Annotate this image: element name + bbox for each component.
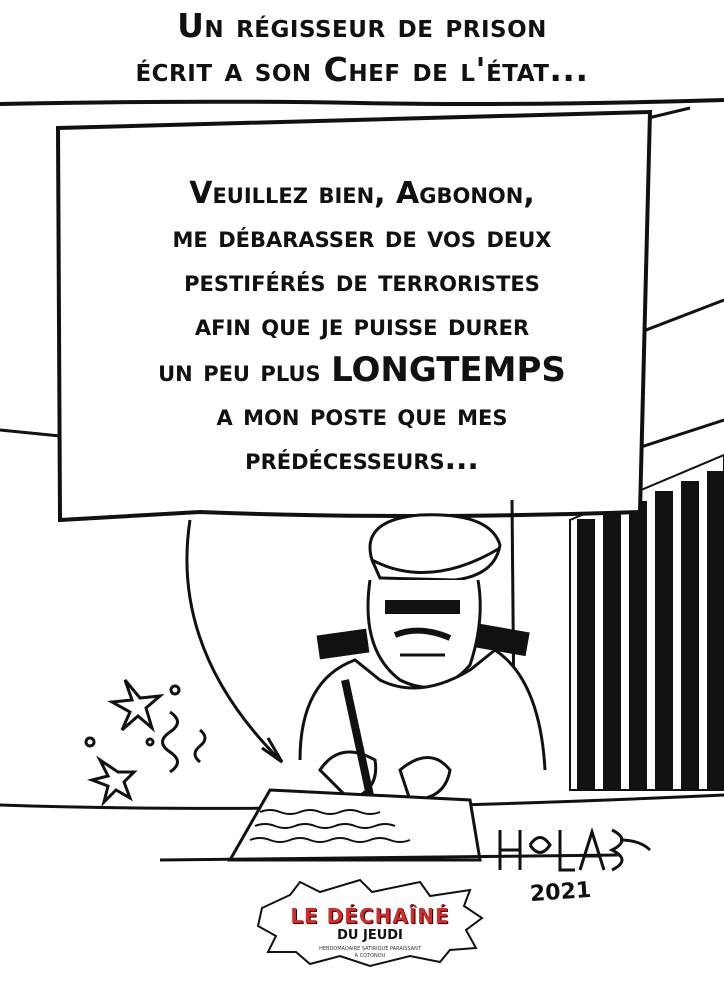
bubble-line-6: a mon poste que mes	[216, 398, 508, 433]
logo-subtitle: DU JEUDI	[337, 928, 403, 943]
bubble-line-7: prédécesseurs...	[245, 442, 479, 477]
logo-tagline-1: HEBDOMADAIRE SATIRIQUE PARAISSANT	[319, 946, 421, 952]
logo-tagline-2: A COTONOU	[354, 953, 386, 959]
logo-tagline: HEBDOMADAIRE SATIRIQUE PARAISSANT A COTO…	[290, 946, 450, 960]
bubble-line-2: me débarasser de vos deux	[172, 220, 552, 255]
bubble-line-3: pestiférés de terroristes	[184, 264, 540, 299]
bubble-line-5: un peu plus LONGTEMPS	[82, 348, 642, 394]
bubble-line-1: Veuillez bien, Agbonon,	[189, 176, 535, 211]
signature-year: 2021	[529, 877, 593, 908]
artist-signature	[498, 827, 652, 872]
speech-bubble-text: Veuillez bien, Agbonon, me débarasser de…	[82, 172, 642, 482]
character-cap	[368, 513, 502, 582]
character-hand-right	[398, 756, 452, 802]
cartoon-artwork	[0, 98, 724, 968]
motion-sparks	[84, 679, 207, 807]
bubble-line-5-emphasis: LONGTEMPS	[331, 350, 566, 390]
speech-bubble-tail	[185, 519, 282, 762]
bubble-line-4: afin que je puisse durer	[194, 308, 530, 343]
panel-top-line	[0, 98, 724, 106]
wall-line-left	[0, 428, 61, 438]
bubble-line-5-prefix: un peu plus	[158, 354, 332, 389]
logo-name: LE DÉCHAÎNÉ	[290, 904, 450, 928]
